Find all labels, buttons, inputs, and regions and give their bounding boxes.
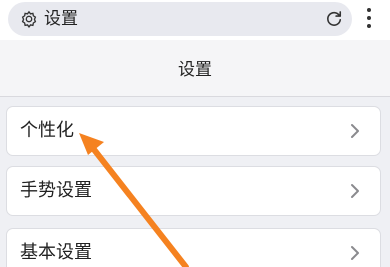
settings-item-label: 基本设置 bbox=[20, 242, 92, 263]
settings-item-personalization[interactable]: 个性化 bbox=[6, 106, 381, 156]
settings-item-gestures[interactable]: 手势设置 bbox=[6, 166, 381, 216]
chevron-right-icon bbox=[351, 184, 359, 198]
page-header: 设置 bbox=[0, 40, 390, 96]
chevron-right-icon bbox=[351, 246, 359, 260]
settings-screen: 设置 设置 个性化 手势设置 基本设置 bbox=[0, 0, 390, 267]
address-bar-title: 设置 bbox=[44, 9, 78, 29]
browser-toolbar: 设置 bbox=[0, 0, 390, 40]
settings-item-basic[interactable]: 基本设置 bbox=[6, 228, 381, 267]
gear-icon bbox=[21, 10, 37, 28]
chevron-right-icon bbox=[351, 124, 359, 138]
header-divider bbox=[0, 96, 390, 97]
settings-item-label: 手势设置 bbox=[20, 180, 92, 201]
reload-icon[interactable] bbox=[324, 9, 344, 29]
address-bar[interactable]: 设置 bbox=[8, 2, 352, 36]
page-title: 设置 bbox=[178, 60, 212, 80]
more-vertical-icon[interactable] bbox=[362, 8, 376, 30]
settings-item-label: 个性化 bbox=[20, 120, 74, 141]
